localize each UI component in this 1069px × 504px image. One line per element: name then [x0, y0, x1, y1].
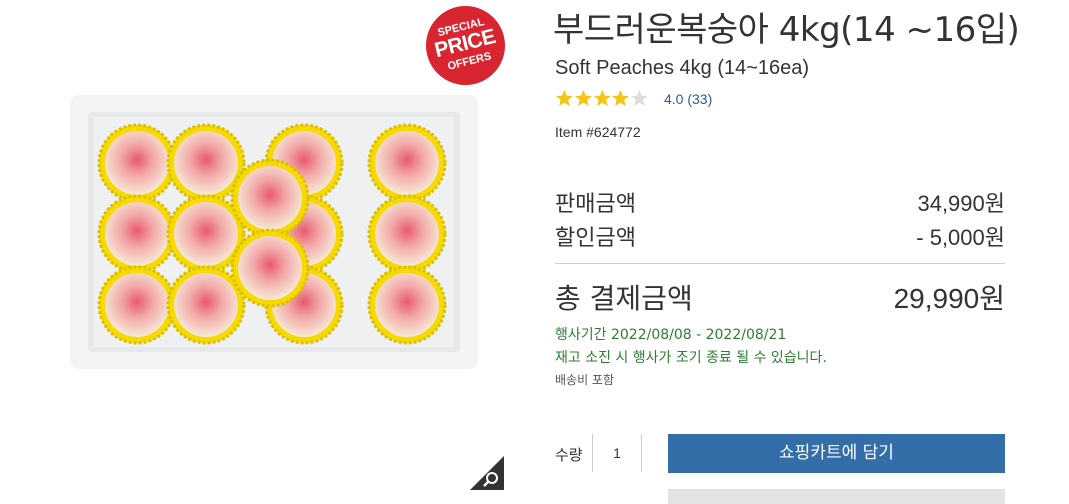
star-icon [612, 90, 630, 107]
rating-link[interactable]: 4.0 (33) [664, 91, 712, 107]
star-icon [631, 90, 649, 107]
price-divider [555, 263, 1005, 264]
add-to-cart-button[interactable]: 쇼핑카트에 담기 [668, 434, 1005, 473]
rating-stars[interactable] [555, 89, 649, 109]
special-price-badge: SPECIAL PRICE OFFERS [417, 0, 514, 94]
item-number: Item #624772 [555, 124, 641, 140]
star-icon [574, 90, 592, 107]
discount-label: 할인금액 [555, 226, 636, 251]
sale-price-value: 34,990원 [917, 191, 1005, 216]
sale-price-label: 판매금액 [555, 192, 636, 217]
quantity-label: 수량 [555, 446, 583, 464]
promo-notice: 재고 소진 시 행사가 조기 종료 될 수 있습니다. [555, 350, 827, 366]
zoom-icon[interactable] [470, 456, 504, 490]
discount-value: - 5,000원 [916, 225, 1005, 250]
secondary-button[interactable] [668, 489, 1005, 504]
star-icon [555, 90, 573, 107]
promo-period: 행사기간 2022/08/08 - 2022/08/21 [555, 327, 787, 343]
total-price-value: 29,990원 [893, 283, 1005, 314]
product-title: 부드러운복숭아 4kg(14 ~16입) [553, 10, 1020, 50]
shipping-info: 배송비 포함 [555, 373, 615, 387]
star-icon [593, 90, 611, 107]
peach-box-image [70, 95, 478, 369]
product-image[interactable] [70, 95, 478, 369]
quantity-input[interactable]: 1 [592, 434, 642, 472]
total-price-label: 총 결제금액 [555, 282, 693, 315]
product-subtitle: Soft Peaches 4kg (14~16ea) [555, 57, 810, 79]
